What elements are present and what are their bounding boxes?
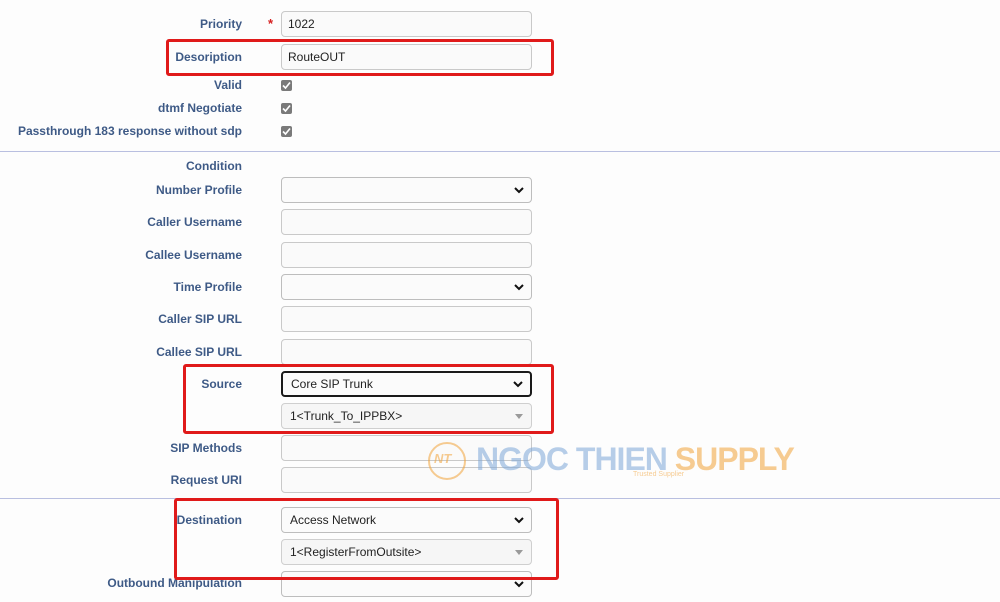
- callee-sip-url-label: Callee SIP URL: [156, 345, 242, 359]
- section-divider: [0, 151, 1000, 152]
- caller-username-label: Caller Username: [147, 215, 242, 229]
- checkmark-icon: [282, 104, 291, 113]
- dtmf-label: dtmf Negotiate: [158, 101, 242, 115]
- time-profile-label: Time Profile: [173, 280, 242, 294]
- caller-sip-url-label: Caller SIP URL: [158, 312, 242, 326]
- priority-label: Priority: [199, 17, 242, 31]
- destination-highlight: [174, 498, 559, 580]
- valid-label: Valid: [213, 78, 242, 92]
- time-profile-select[interactable]: [281, 274, 532, 300]
- description-highlight: [166, 39, 554, 76]
- caller-sip-url-input[interactable]: [281, 306, 532, 332]
- logo-tagline: Trusted Supplier: [633, 471, 685, 478]
- priority-input[interactable]: [281, 11, 532, 37]
- chevron-down-icon: [514, 284, 524, 291]
- checkmark-icon: [282, 127, 291, 136]
- source-highlight: [183, 364, 554, 434]
- request-uri-label: Request URI: [170, 473, 242, 487]
- dtmf-checkbox[interactable]: [281, 103, 292, 114]
- number-profile-select[interactable]: [281, 177, 532, 203]
- logo-initials: NT: [434, 451, 452, 466]
- callee-username-input[interactable]: [281, 242, 532, 268]
- required-mark: *: [268, 16, 274, 31]
- number-profile-label: Number Profile: [155, 183, 242, 197]
- logo-name-supply: SUPPLY: [674, 441, 795, 477]
- condition-label: Condition: [186, 159, 242, 173]
- passthrough-checkbox[interactable]: [281, 126, 292, 137]
- chevron-down-icon: [514, 187, 524, 194]
- checkmark-icon: [282, 81, 291, 90]
- sip-methods-label: SIP Methods: [170, 441, 242, 455]
- valid-checkbox[interactable]: [281, 80, 292, 91]
- passthrough-label: Passthrough 183 response without sdp: [17, 124, 242, 138]
- callee-sip-url-input[interactable]: [281, 339, 532, 365]
- caller-username-input[interactable]: [281, 209, 532, 235]
- callee-username-label: Callee Username: [145, 248, 242, 262]
- watermark-logo: NT NGOC THIEN SUPPLY Trusted Supplier: [428, 440, 795, 482]
